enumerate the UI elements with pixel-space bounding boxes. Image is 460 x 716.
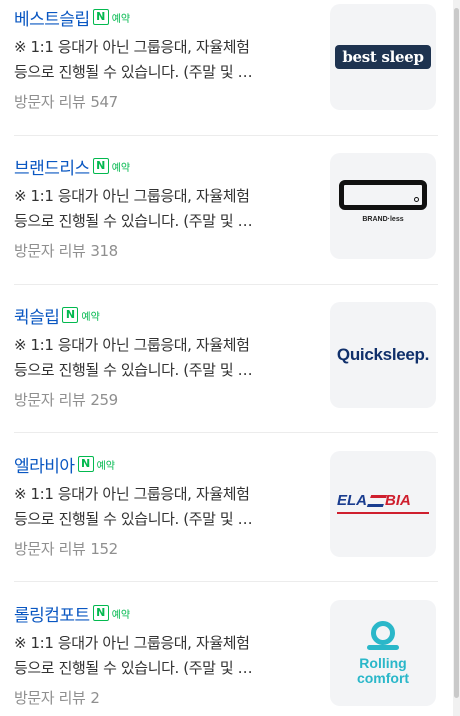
description-line: ※ 1:1 응대가 아닌 그룹응대, 자율체험: [14, 38, 250, 56]
description-line: 등으로 진행될 수 있습니다. (주말 및 …: [14, 63, 253, 81]
review-count: 방문자 리뷰 547: [14, 91, 118, 112]
logo-underline: [337, 512, 429, 514]
booking-label: 예약: [81, 311, 100, 323]
review-count: 방문자 리뷰 152: [14, 538, 118, 559]
booking-label: 예약: [111, 13, 131, 25]
place-thumbnail[interactable]: Quicksleep.: [330, 302, 436, 408]
place-name-link[interactable]: 엘라비아: [14, 452, 75, 477]
naver-booking-icon: N: [92, 605, 109, 621]
review-number: 2: [90, 689, 100, 707]
description-line: 등으로 진행될 수 있습니다. (주말 및 …: [14, 510, 253, 528]
review-label: 방문자 리뷰: [14, 540, 86, 558]
place-name-link[interactable]: 롤링컴포트: [14, 601, 90, 626]
place-thumbnail[interactable]: best sleep: [330, 4, 436, 110]
logo-ring-icon: [366, 620, 400, 651]
description-line: ※ 1:1 응대가 아닌 그룹응대, 자율체험: [14, 634, 250, 652]
description-line: 등으로 진행될 수 있습니다. (주말 및 …: [14, 212, 253, 230]
review-number: 259: [90, 391, 118, 409]
divider: [14, 135, 438, 136]
place-name-link[interactable]: 브랜드리스: [14, 154, 90, 179]
logo-base: [367, 644, 399, 650]
brandless-logo: BRAND·less: [335, 176, 431, 236]
rolling-comfort-logo: Rolling comfort: [356, 620, 410, 686]
divider: [14, 284, 438, 285]
naver-booking-icon: N: [92, 158, 109, 174]
booking-label: 예약: [111, 162, 131, 174]
list-item[interactable]: 엘라비아 N 예약 ※ 1:1 응대가 아닌 그룹응대, 자율체험 등으로 진행…: [14, 451, 438, 561]
description-line: 등으로 진행될 수 있습니다. (주말 및 …: [14, 659, 253, 677]
title-row: 브랜드리스 N 예약: [14, 153, 130, 179]
review-number: 547: [90, 93, 118, 111]
place-thumbnail[interactable]: ELA BIA: [330, 451, 436, 557]
review-number: 152: [90, 540, 118, 558]
title-row: 롤링컴포트 N 예약: [14, 600, 130, 626]
logo-text: ELA: [337, 492, 367, 509]
place-description: ※ 1:1 응대가 아닌 그룹응대, 자율체험 등으로 진행될 수 있습니다. …: [14, 333, 314, 383]
logo-frame: [339, 180, 427, 210]
logo-text-line: Rolling: [359, 654, 407, 671]
naver-booking-icon: N: [92, 9, 109, 25]
review-count: 방문자 리뷰 259: [14, 389, 118, 410]
place-name-link[interactable]: 베스트슬립: [14, 5, 90, 30]
booking-badge[interactable]: N 예약: [92, 158, 131, 174]
divider: [14, 432, 438, 433]
place-description: ※ 1:1 응대가 아닌 그룹응대, 자율체험 등으로 진행될 수 있습니다. …: [14, 631, 314, 681]
bestsleep-logo: best sleep: [335, 45, 431, 69]
place-description: ※ 1:1 응대가 아닌 그룹응대, 자율체험 등으로 진행될 수 있습니다. …: [14, 482, 314, 532]
place-thumbnail[interactable]: Rolling comfort: [330, 600, 436, 706]
review-label: 방문자 리뷰: [14, 689, 86, 707]
review-label: 방문자 리뷰: [14, 242, 86, 260]
title-row: 베스트슬립 N 예약: [14, 4, 130, 30]
place-name-link[interactable]: 퀵슬립: [14, 303, 60, 328]
description-line: ※ 1:1 응대가 아닌 그룹응대, 자율체험: [14, 187, 250, 205]
review-label: 방문자 리뷰: [14, 391, 86, 409]
review-count: 방문자 리뷰 318: [14, 240, 118, 261]
scrollbar-thumb[interactable]: [454, 8, 459, 698]
logo-text-line: comfort: [356, 669, 410, 686]
place-description: ※ 1:1 응대가 아닌 그룹응대, 자율체험 등으로 진행될 수 있습니다. …: [14, 35, 314, 85]
elabia-logo: ELA BIA: [333, 489, 433, 519]
description-line: ※ 1:1 응대가 아닌 그룹응대, 자율체험: [14, 485, 250, 503]
place-thumbnail[interactable]: BRAND·less: [330, 153, 436, 259]
list-item[interactable]: 롤링컴포트 N 예약 ※ 1:1 응대가 아닌 그룹응대, 자율체험 등으로 진…: [14, 600, 438, 710]
title-row: 엘라비아 N 예약: [14, 451, 115, 477]
place-description: ※ 1:1 응대가 아닌 그룹응대, 자율체험 등으로 진행될 수 있습니다. …: [14, 184, 314, 234]
description-line: ※ 1:1 응대가 아닌 그룹응대, 자율체험: [14, 336, 250, 354]
title-row: 퀵슬립 N 예약: [14, 302, 100, 328]
quicksleep-logo: Quicksleep.: [336, 345, 430, 364]
booking-badge[interactable]: N 예약: [77, 456, 115, 472]
naver-booking-icon: N: [62, 307, 79, 323]
booking-badge[interactable]: N 예약: [92, 605, 131, 621]
booking-badge[interactable]: N 예약: [92, 9, 131, 25]
logo-ring: [371, 620, 395, 645]
divider: [14, 581, 438, 582]
logo-text: Rolling comfort: [356, 654, 410, 686]
logo-dot: [414, 197, 419, 202]
review-label: 방문자 리뷰: [14, 93, 86, 111]
booking-label: 예약: [111, 609, 131, 621]
logo-text: BIA: [385, 492, 411, 509]
logo-caption: BRAND·less: [362, 216, 404, 223]
naver-booking-icon: N: [77, 456, 94, 472]
list-item[interactable]: 브랜드리스 N 예약 ※ 1:1 응대가 아닌 그룹응대, 자율체험 등으로 진…: [14, 153, 438, 263]
review-count: 방문자 리뷰 2: [14, 687, 100, 708]
booking-label: 예약: [96, 460, 115, 472]
list-item[interactable]: 베스트슬립 N 예약 ※ 1:1 응대가 아닌 그룹응대, 자율체험 등으로 진…: [14, 4, 438, 114]
booking-badge[interactable]: N 예약: [62, 307, 100, 323]
review-number: 318: [90, 242, 118, 260]
description-line: 등으로 진행될 수 있습니다. (주말 및 …: [14, 361, 253, 379]
list-item[interactable]: 퀵슬립 N 예약 ※ 1:1 응대가 아닌 그룹응대, 자율체험 등으로 진행될…: [14, 302, 438, 412]
